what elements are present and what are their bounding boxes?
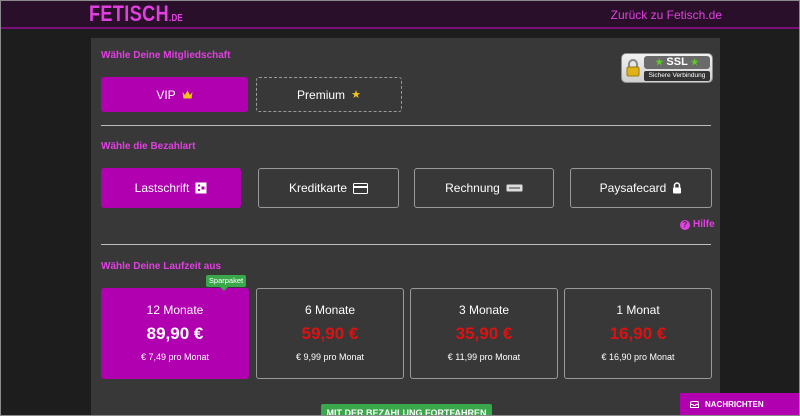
crown-icon [182, 90, 193, 99]
help-label: Hilfe [693, 219, 715, 230]
payment-rechnung-label: Rechnung [445, 181, 500, 195]
messages-label: NACHRICHTEN [705, 400, 764, 409]
payment-paysafecard-label: Paysafecard [599, 181, 667, 195]
site-logo[interactable]: FETISCH.DE [89, 3, 183, 30]
padlock-icon [626, 59, 640, 77]
plan-monthly-price: € 11,99 pro Monat [447, 352, 521, 362]
divider [101, 125, 711, 126]
plan-1-month[interactable]: 1 Monat 16,90 € € 16,90 pro Monat [564, 288, 712, 379]
invoice-icon [506, 184, 523, 192]
plan-price: 16,90 € [609, 324, 667, 343]
star-icon: ★ [351, 89, 361, 101]
payment-panel: Wähle Deine Mitgliedschaft ★ SSL ★ Siche… [91, 38, 720, 416]
membership-premium-button[interactable]: Premium ★ [256, 77, 402, 112]
plan-duration: 12 Monate [146, 303, 204, 317]
payment-kreditkarte-button[interactable]: Kreditkarte [258, 168, 399, 208]
plan-12-months[interactable]: Sparpaket 12 Monate 89,90 € € 7,49 pro M… [101, 275, 249, 379]
logo-main: FETISCH [89, 1, 170, 26]
membership-title: Wähle Deine Mitgliedschaft [101, 50, 231, 61]
plan-price: 89,90 € [146, 324, 204, 343]
logo-tld: .DE [169, 13, 183, 24]
bank-card-icon [195, 182, 207, 194]
ssl-subtitle: Sichere Verbindung [644, 71, 710, 81]
duration-title: Wähle Deine Laufzeit aus [101, 261, 222, 272]
payment-rechnung-button[interactable]: Rechnung [414, 168, 554, 208]
membership-vip-label: VIP [156, 87, 176, 102]
plan-3-months[interactable]: 3 Monate 35,90 € € 11,99 pro Monat [410, 288, 558, 379]
membership-vip-button[interactable]: VIP [101, 77, 248, 112]
plan-monthly-price: € 9,99 pro Monat [295, 352, 365, 362]
plan-6-months[interactable]: 6 Monate 59,90 € € 9,99 pro Monat [256, 288, 404, 379]
star-icon: ★ [655, 57, 664, 67]
messages-button[interactable]: NACHRICHTEN [680, 393, 800, 416]
plan-duration: 1 Monat [616, 303, 660, 317]
question-icon: ? [680, 219, 690, 230]
membership-premium-label: Premium [297, 87, 346, 102]
plan-price: 59,90 € [301, 324, 359, 343]
payment-lastschrift-label: Lastschrift [134, 181, 190, 195]
continue-payment-button[interactable]: MIT DER BEZAHLUNG FORTFAHREN [321, 404, 492, 416]
credit-card-icon [353, 182, 369, 194]
star-icon: ★ [690, 57, 699, 67]
plan-duration: 6 Monate [304, 303, 356, 317]
plan-monthly-price: € 16,90 pro Monat [601, 352, 675, 362]
divider [101, 244, 711, 245]
top-header: FETISCH.DE Zurück zu Fetisch.de [0, 0, 800, 29]
payment-title: Wähle die Bezahlart [101, 141, 196, 152]
payment-paysafecard-button[interactable]: Paysafecard [570, 168, 712, 208]
ssl-title-text: SSL [666, 56, 688, 68]
ssl-badge: ★ SSL ★ Sichere Verbindung [621, 53, 713, 83]
sparpaket-badge: Sparpaket [206, 275, 246, 291]
help-link[interactable]: ? Hilfe [680, 219, 715, 230]
inbox-icon [690, 401, 699, 408]
plan-monthly-price: € 7,49 pro Monat [140, 352, 210, 362]
back-to-site-link[interactable]: Zurück zu Fetisch.de [611, 8, 722, 22]
payment-kreditkarte-label: Kreditkarte [288, 181, 348, 195]
ssl-title: ★ SSL ★ [644, 56, 710, 69]
payment-lastschrift-button[interactable]: Lastschrift [101, 168, 241, 208]
plan-duration: 3 Monate [458, 303, 510, 317]
plan-price: 35,90 € [455, 324, 513, 343]
lock-icon [673, 182, 682, 194]
